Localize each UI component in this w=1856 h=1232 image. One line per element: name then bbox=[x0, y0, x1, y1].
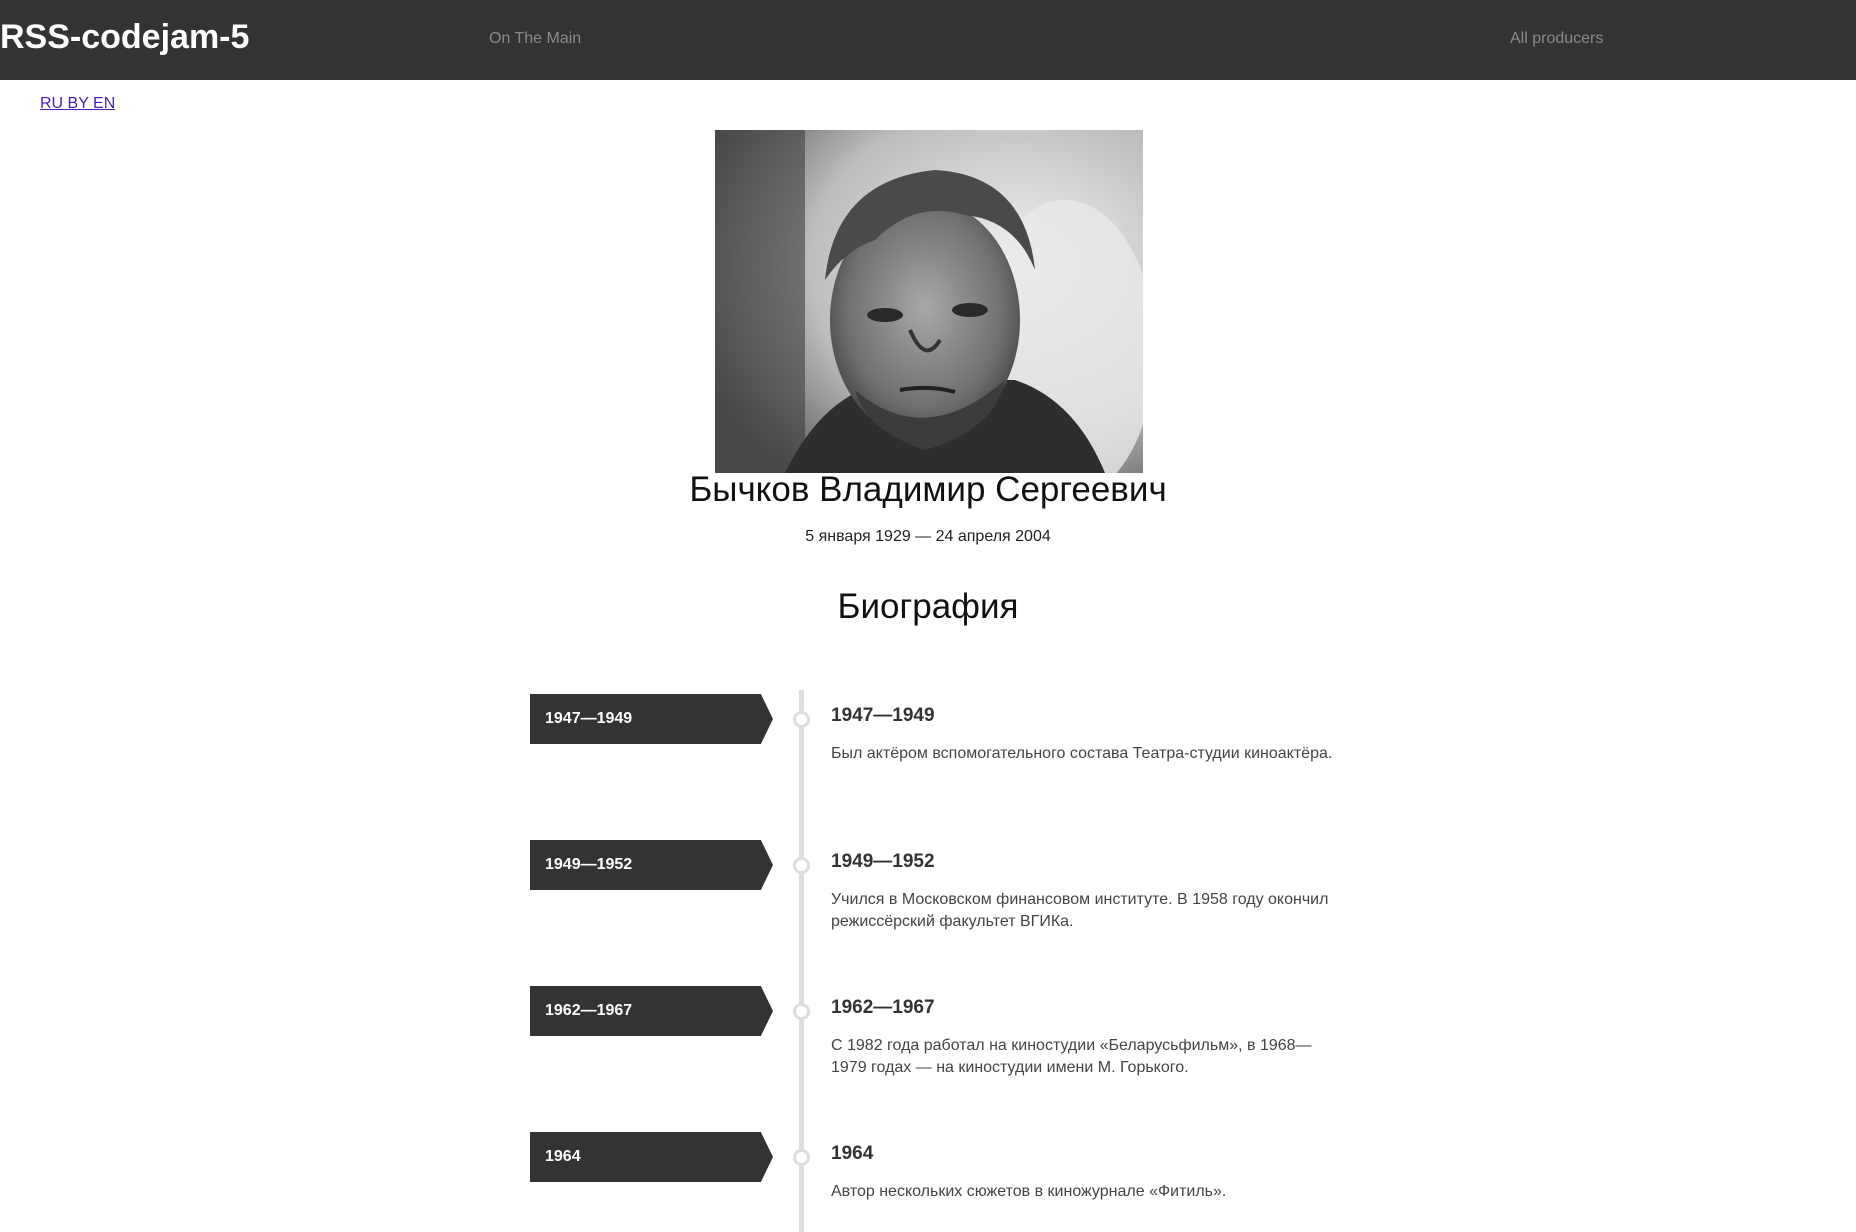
timeline-date-tag: 1949—1952 bbox=[530, 840, 773, 890]
brand-logo[interactable]: RSS-codejam-5 bbox=[0, 18, 249, 57]
timeline-date-tag: 1962—1967 bbox=[530, 986, 773, 1036]
person-name: Бычков Владимир Сергеевич bbox=[689, 470, 1167, 509]
biography-heading: Биография bbox=[837, 587, 1019, 626]
nav-link-main[interactable]: On The Main bbox=[489, 30, 581, 48]
timeline-item-title: 1947—1949 bbox=[831, 705, 935, 726]
timeline-date-tag: 1947—1949 bbox=[530, 694, 773, 744]
timeline-dot-icon bbox=[793, 711, 810, 728]
timeline-item-title: 1949—1952 bbox=[831, 851, 935, 872]
nav-link-all-producers[interactable]: All producers bbox=[1510, 30, 1603, 48]
timeline-item-title: 1962—1967 bbox=[831, 997, 935, 1018]
timeline-item-title: 1964 bbox=[831, 1143, 874, 1164]
portrait-image bbox=[715, 130, 1143, 473]
timeline-item-text: Автор нескольких сюжетов в киножурнале «… bbox=[831, 1183, 1227, 1200]
timeline-dot-icon bbox=[793, 1149, 810, 1166]
language-switch-link[interactable]: RU BY EN bbox=[40, 95, 115, 113]
timeline-item-text: С 1982 года работал на киностудии «Белар… bbox=[831, 1037, 1312, 1076]
timeline-item-text: Был актёром вспомогательного состава Теа… bbox=[831, 745, 1333, 762]
portrait-photo bbox=[715, 130, 1143, 473]
timeline-dot-icon bbox=[793, 857, 810, 874]
timeline-item-text: Учился в Московском финансовом институте… bbox=[831, 891, 1329, 930]
life-dates: 5 января 1929 — 24 апреля 2004 bbox=[805, 528, 1051, 545]
timeline-dot-icon bbox=[793, 1003, 810, 1020]
top-navbar: RSS-codejam-5 On The Main All producers bbox=[0, 0, 1856, 80]
timeline-date-tag: 1964 bbox=[530, 1132, 773, 1182]
